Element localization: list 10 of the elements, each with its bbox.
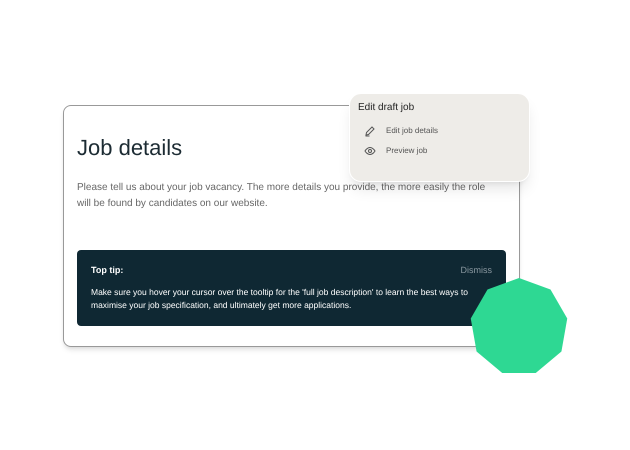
pencil-icon <box>364 125 376 137</box>
eye-icon <box>364 145 376 157</box>
menu-title: Edit draft job <box>358 101 416 115</box>
menu-item[interactable]: Preview job <box>358 145 521 157</box>
menu-item[interactable]: Edit job details <box>358 125 521 137</box>
tip-text: Make sure you hover your cursor over the tooltip for the 'full job description' to learn the best ways to maximise your job specification, and ultimately get more applications. <box>91 286 469 312</box>
card-title: Job details <box>77 134 182 162</box>
card-description: Please tell us about your job vacancy. The more details you provide, the more easily the role will be found by candidates on our website. <box>77 180 486 210</box>
dismiss-button[interactable]: Dismiss <box>460 264 492 277</box>
tip-title: Top tip: <box>91 264 124 277</box>
